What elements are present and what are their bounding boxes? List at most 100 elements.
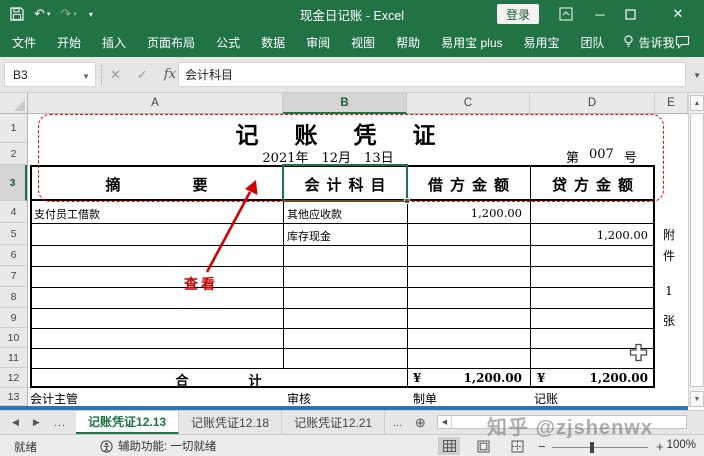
- normal-view-icon[interactable]: [438, 437, 460, 455]
- customize-qat-button[interactable]: ▾: [87, 10, 93, 19]
- column-header-C[interactable]: C: [407, 93, 530, 113]
- footer-审核: 审核: [287, 390, 311, 407]
- sheet-tab-记账凭证12.21[interactable]: 记账凭证12.21: [282, 411, 385, 434]
- sheet-tab-记账凭证12.13[interactable]: 记账凭证12.13: [76, 411, 179, 434]
- total-label[interactable]: 合计: [30, 370, 407, 389]
- row-header-11[interactable]: 11: [0, 348, 27, 368]
- ribbon-tab-插入[interactable]: 插入: [102, 34, 126, 51]
- scroll-left-icon[interactable]: ◀: [438, 416, 452, 428]
- status-ready: 就绪: [14, 439, 37, 455]
- ribbon-tab-易用宝[interactable]: 易用宝: [524, 34, 560, 51]
- expand-formula-bar-icon[interactable]: ▼: [693, 71, 701, 80]
- zoom-out-icon[interactable]: −: [538, 439, 546, 454]
- save-icon[interactable]: [10, 7, 24, 21]
- new-sheet-icon[interactable]: ⊕: [410, 411, 430, 434]
- undo-button[interactable]: ↶▾: [34, 6, 50, 22]
- insert-function-icon[interactable]: fx: [164, 67, 176, 82]
- accessibility-icon: [100, 440, 113, 453]
- ribbon-tab-开始[interactable]: 开始: [57, 34, 81, 51]
- column-header-A[interactable]: A: [28, 93, 283, 113]
- entry-credit-amount[interactable]: 1,200.00: [530, 228, 648, 242]
- vertical-scrollbar[interactable]: ▲ ▼: [688, 93, 704, 407]
- vertical-scroll-thumb[interactable]: [690, 113, 704, 387]
- zoom-in-icon[interactable]: +: [656, 439, 664, 454]
- ribbon-tab-数据[interactable]: 数据: [261, 34, 285, 51]
- ribbon-tab-易用宝 plus[interactable]: 易用宝 plus: [441, 34, 502, 51]
- accessibility-status: 辅助功能: 一切就绪: [100, 438, 216, 454]
- footer-制单: 制单: [413, 390, 437, 407]
- row-header-12[interactable]: 12: [0, 368, 27, 388]
- close-button[interactable]: ✕: [664, 0, 692, 28]
- quick-access-toolbar: ↶▾ ↷▾ ▾: [10, 0, 93, 28]
- redo-button[interactable]: ↷▾: [60, 6, 76, 22]
- scroll-down-icon[interactable]: ▼: [690, 391, 704, 407]
- title-bar: ↶▾ ↷▾ ▾ 现金日记账 - Excel 登录 ─ ✕: [0, 0, 704, 28]
- sheet-prev-icon[interactable]: ◀: [12, 417, 19, 428]
- name-box-dropdown-icon[interactable]: ▼: [82, 72, 90, 81]
- zoom-slider-thumb[interactable]: [590, 442, 594, 453]
- entry-debit-amount[interactable]: 1,200.00: [407, 206, 522, 220]
- row-header-10[interactable]: 10: [0, 328, 27, 348]
- excel-window: ↶▾ ↷▾ ▾ 现金日记账 - Excel 登录 ─ ✕ 文件 开始 插入 页面布局 公…: [0, 0, 704, 456]
- row-header-13[interactable]: 13: [0, 388, 27, 406]
- row-header-8[interactable]: 8: [0, 287, 27, 308]
- ribbon-tab-页面布局[interactable]: 页面布局: [147, 34, 195, 51]
- row-header-7[interactable]: 7: [0, 266, 27, 287]
- select-all-corner[interactable]: [0, 93, 28, 114]
- column-header-D[interactable]: D: [530, 93, 655, 113]
- ribbon-tab-公式[interactable]: 公式: [216, 34, 240, 51]
- cancel-entry-icon[interactable]: ✕: [110, 67, 121, 83]
- row-header-4[interactable]: 4: [0, 201, 27, 223]
- total-credit-currency: ¥: [537, 371, 545, 385]
- ribbon-display-options-icon[interactable]: [552, 0, 580, 28]
- tell-me-control[interactable]: 告诉我: [623, 34, 675, 51]
- ribbon-tab-bar: 文件 开始 插入 页面布局 公式 数据 审阅 视图 帮助 易用宝 plus 易用宝 团队 告诉我: [0, 28, 704, 57]
- scroll-up-icon[interactable]: ▲: [690, 95, 704, 111]
- ribbon-tab-审阅[interactable]: 审阅: [306, 34, 330, 51]
- formula-input[interactable]: 会计科目: [178, 62, 686, 87]
- confirm-entry-icon[interactable]: ✓: [137, 67, 148, 83]
- minimize-button[interactable]: ─: [586, 0, 614, 28]
- column-headers: ABCDE: [0, 93, 688, 114]
- sheet-next-icon[interactable]: ▶: [33, 417, 40, 428]
- row-header-2[interactable]: 2: [0, 143, 27, 165]
- comments-icon[interactable]: [675, 35, 690, 54]
- ribbon-tab-文件[interactable]: 文件: [12, 34, 36, 51]
- attachment-text: 件: [659, 247, 679, 264]
- attachment-text: 附: [659, 226, 679, 243]
- row-header-5[interactable]: 5: [0, 223, 27, 245]
- column-header-E[interactable]: E: [655, 93, 688, 113]
- cell-cursor-icon: [629, 343, 648, 362]
- maximize-button[interactable]: [616, 0, 644, 28]
- watermark: 知乎 @zjshenwx: [487, 411, 653, 440]
- sheet-overflow-left[interactable]: ...: [54, 417, 66, 429]
- row-header-1[interactable]: 1: [0, 114, 27, 143]
- annotation-arrow: [150, 165, 280, 295]
- row-headers: 1234567891011121314: [0, 114, 28, 407]
- red-dashed-highlight: [38, 114, 664, 202]
- attachment-text: 张: [659, 312, 679, 329]
- attachment-text: 1: [659, 284, 679, 298]
- row-header-3[interactable]: 3: [0, 165, 27, 201]
- name-box[interactable]: B3 ▼: [4, 62, 96, 87]
- sheet-overflow-right[interactable]: ...: [385, 411, 410, 434]
- total-debit-currency: ¥: [413, 371, 421, 385]
- ribbon-tab-视图[interactable]: 视图: [351, 34, 375, 51]
- login-button[interactable]: 登录: [497, 4, 539, 24]
- formula-bar-separator: [101, 65, 102, 85]
- footer-记账: 记账: [534, 390, 558, 407]
- total-debit-amount[interactable]: 1,200.00: [440, 371, 522, 385]
- zoom-slider[interactable]: [552, 447, 648, 448]
- row-header-9[interactable]: 9: [0, 308, 27, 328]
- entry-account-credit[interactable]: 库存现金: [287, 228, 331, 244]
- sheet-tab-记账凭证12.18[interactable]: 记账凭证12.18: [179, 411, 282, 434]
- total-credit-amount[interactable]: 1,200.00: [564, 371, 648, 385]
- column-header-B[interactable]: B: [283, 93, 407, 114]
- ribbon-tab-团队[interactable]: 团队: [581, 34, 605, 51]
- row-header-6[interactable]: 6: [0, 245, 27, 266]
- entry-summary[interactable]: 支付员工借款: [34, 206, 100, 222]
- tell-me-label: 告诉我: [639, 34, 675, 51]
- entry-account-debit[interactable]: 其他应收款: [287, 206, 342, 222]
- zoom-level[interactable]: 100%: [667, 439, 696, 451]
- ribbon-tab-帮助[interactable]: 帮助: [396, 34, 420, 51]
